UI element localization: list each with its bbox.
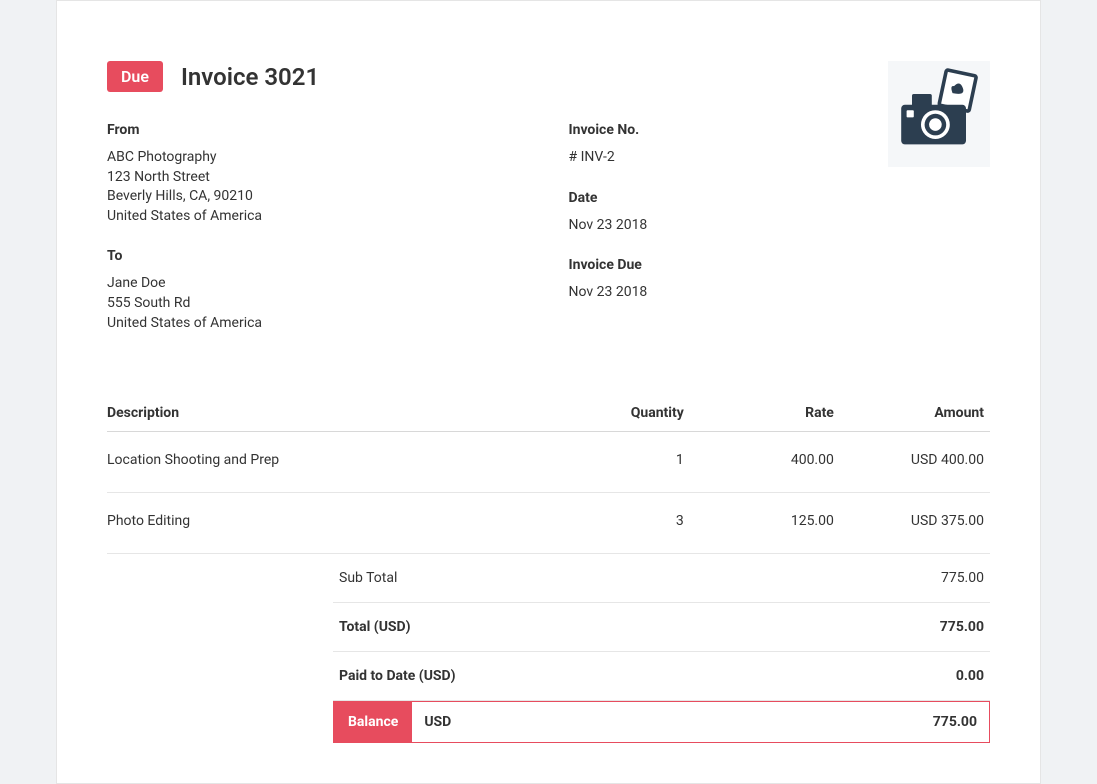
totals-section: Sub Total 775.00 Total (USD) 775.00 Paid… [333, 554, 990, 743]
invoice-title: Invoice 3021 [181, 63, 319, 91]
due-block: Invoice Due Nov 23 2018 [569, 257, 991, 303]
balance-row: Balance USD 775.00 [333, 701, 990, 743]
from-block: From ABC Photography 123 North Street Be… [107, 122, 549, 226]
status-badge: Due [107, 61, 163, 92]
paid-row: Paid to Date (USD) 0.00 [333, 652, 990, 701]
from-label: From [107, 122, 549, 138]
subtotal-row: Sub Total 775.00 [333, 554, 990, 603]
balance-label: Balance [334, 702, 412, 742]
paid-label: Paid to Date (USD) [339, 668, 456, 684]
cell-description: Location Shooting and Prep [107, 432, 549, 493]
from-line2: Beverly Hills, CA, 90210 [107, 187, 549, 207]
total-label: Total (USD) [339, 619, 411, 635]
th-quantity: Quantity [549, 405, 690, 432]
to-line1: 555 South Rd [107, 294, 549, 314]
th-rate: Rate [690, 405, 840, 432]
paid-value: 0.00 [956, 668, 984, 684]
total-row: Total (USD) 775.00 [333, 603, 990, 652]
date-block: Date Nov 23 2018 [569, 190, 991, 236]
cell-quantity: 3 [549, 493, 690, 554]
balance-currency: USD [412, 702, 920, 742]
items-table: Description Quantity Rate Amount Locatio… [107, 405, 990, 554]
logo-icon [888, 61, 990, 167]
cell-description: Photo Editing [107, 493, 549, 554]
to-block: To Jane Doe 555 South Rd United States o… [107, 248, 549, 333]
cell-rate: 125.00 [690, 493, 840, 554]
due-label: Invoice Due [569, 257, 991, 273]
th-amount: Amount [840, 405, 990, 432]
date-label: Date [569, 190, 991, 206]
from-line1: 123 North Street [107, 168, 549, 188]
invoice-card: Due Invoice 3021 From ABC Photograp [56, 0, 1041, 784]
subtotal-label: Sub Total [339, 570, 397, 586]
table-row: Photo Editing 3 125.00 USD 375.00 [107, 493, 990, 554]
cell-amount: USD 375.00 [840, 493, 990, 554]
subtotal-value: 775.00 [941, 570, 984, 586]
invoice-header: Due Invoice 3021 [107, 61, 990, 92]
date-value: Nov 23 2018 [569, 216, 991, 236]
table-row: Location Shooting and Prep 1 400.00 USD … [107, 432, 990, 493]
cell-rate: 400.00 [690, 432, 840, 493]
due-value: Nov 23 2018 [569, 283, 991, 303]
cell-amount: USD 400.00 [840, 432, 990, 493]
total-value: 775.00 [940, 619, 984, 635]
to-name: Jane Doe [107, 274, 549, 294]
to-label: To [107, 248, 549, 264]
to-line2: United States of America [107, 314, 549, 334]
th-description: Description [107, 405, 549, 432]
info-grid: From ABC Photography 123 North Street Be… [107, 122, 990, 355]
from-line3: United States of America [107, 207, 549, 227]
balance-value: 775.00 [921, 702, 989, 742]
from-name: ABC Photography [107, 148, 549, 168]
cell-quantity: 1 [549, 432, 690, 493]
